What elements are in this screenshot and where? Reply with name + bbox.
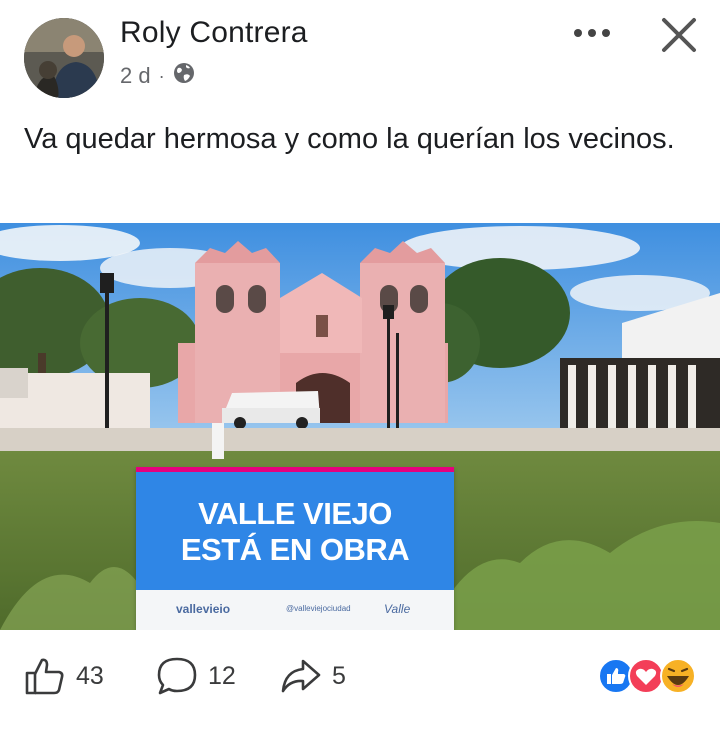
reactions-summary[interactable] [596,656,700,696]
avatar-image [24,18,104,98]
thumbs-up-icon [25,658,64,695]
avatar[interactable] [24,18,104,98]
sign-footer: vallevieio @valleviejociudad Valle [136,590,454,630]
close-icon [662,18,696,52]
more-options-button[interactable] [570,18,620,48]
post-text: Va quedar hermosa y como la querían los … [24,123,675,155]
close-button[interactable] [656,12,702,58]
sign-line-2: ESTÁ EN OBRA [180,532,410,567]
more-horizontal-icon [574,29,610,37]
globe-icon [173,62,195,90]
love-reaction-icon [628,658,664,694]
sign-footer-mid: @valleviejociudad [286,604,351,613]
like-button[interactable]: 43 [24,656,104,696]
post-time[interactable]: 2 d [120,63,151,89]
share-count: 5 [332,661,346,690]
meta-separator: · [158,65,165,86]
comment-count: 12 [208,661,236,690]
post-actions-bar: 43 12 5 [0,640,720,720]
post-meta: 2 d · [120,62,195,90]
comment-button[interactable]: 12 [156,656,236,696]
post-header: Roly Contrera 2 d · [0,0,720,110]
post-photo[interactable]: VALLE VIEJO ESTÁ EN OBRA vallevieio @val… [0,223,720,630]
valle-viejo-sign: VALLE VIEJO ESTÁ EN OBRA vallevieio @val… [136,467,454,630]
author-name[interactable]: Roly Contrera [120,16,308,50]
share-button[interactable]: 5 [280,656,346,696]
haha-reaction-icon [660,658,696,694]
sign-line-1: VALLE VIEJO [198,496,392,531]
sign-footer-left: vallevieio [176,602,231,616]
like-reaction-icon [598,658,634,694]
comment-icon [157,657,197,695]
sign-footer-right: Valle [384,602,411,616]
like-count: 43 [76,661,104,690]
share-arrow-icon [281,659,321,693]
